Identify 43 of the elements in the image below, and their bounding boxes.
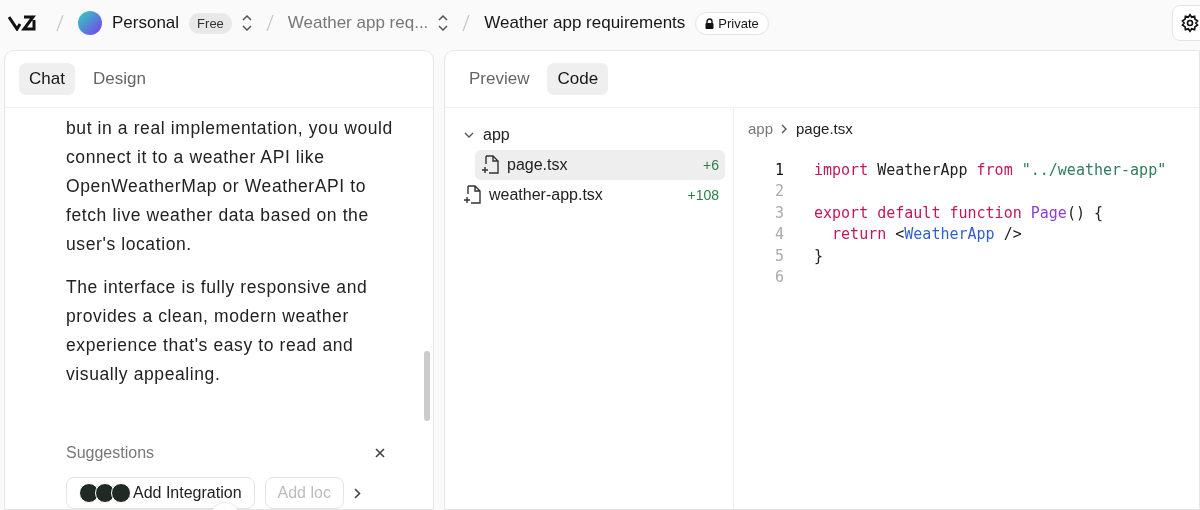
panel-tab[interactable]: Design [82,63,156,95]
line-number: 6 [773,268,784,287]
code-line: import WeatherApp from "../weather-app" [814,160,1167,179]
panel-tab[interactable]: Chat [19,63,75,95]
plan-badge: Free [189,12,232,34]
code-line: export default function Page() { [814,203,1103,222]
lock-icon [705,17,715,29]
settings-icon [1180,13,1200,33]
line-number: 1 [773,160,784,179]
file-item[interactable]: weather-app.tsx +108 [457,180,725,210]
code-line: return <WeatherApp /> [831,225,1022,244]
updown-icon[interactable] [241,15,252,31]
file-add-icon [463,185,481,205]
folder-item[interactable]: app [457,120,725,150]
file-add-icon [481,155,499,175]
file-item[interactable]: page.tsx +6 [475,150,725,180]
line-number: 5 [773,246,784,265]
settings-button[interactable] [1172,5,1200,41]
line-number: 3 [773,203,784,222]
suggestions-title: Suggestions [66,443,155,462]
updown-icon[interactable] [438,15,449,31]
line-number: 2 [773,182,784,201]
code-line: } [814,246,824,265]
panel-tab[interactable]: Preview [459,63,540,95]
chevron-right-icon [353,487,361,499]
visibility-badge[interactable]: Private [695,11,769,35]
suggestion-chip[interactable]: Add Integration [66,477,255,509]
chat-title: Weather app requirements [484,13,686,33]
close-icon [375,448,385,458]
panel-tab[interactable]: Code [547,63,609,95]
separator-icon [462,14,471,32]
message-paragraph: but in a real implementation, you would connect it to a weather API like OpenWeatherMap or WeatherAPI to fetch live weather data based on the user's location. [66,117,394,256]
message-paragraph: The interface is fully responsive and provides a clean, modern weather experience that's easy to read and visually appealing. [66,276,369,386]
team-avatar[interactable] [78,11,102,35]
team-name[interactable]: Personal [112,13,180,33]
separator-icon [56,14,64,32]
project-name[interactable]: Weather app req... [287,13,429,33]
separator-icon [265,14,274,32]
chevron-right-icon [781,123,789,134]
scrollbar-thumb[interactable] [424,351,430,421]
breadcrumb-item[interactable]: page.tsx [796,120,853,137]
line-number: 4 [773,225,784,244]
breadcrumb-item[interactable]: app [748,120,774,137]
